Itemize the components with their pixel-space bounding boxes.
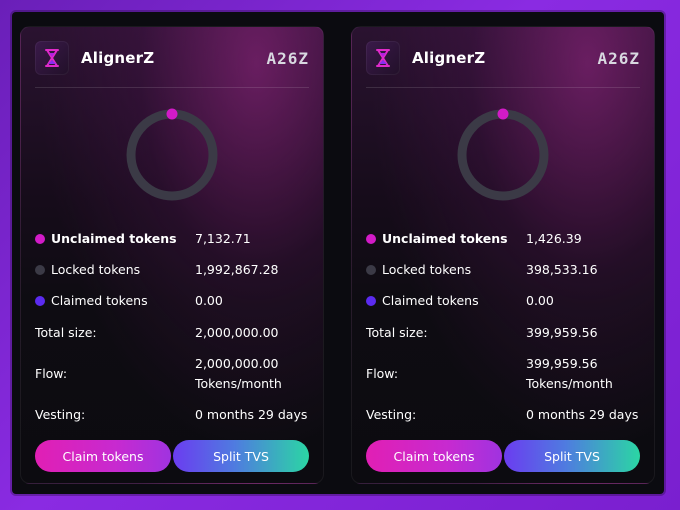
card-actions: Claim tokens Split TVS [35,440,309,472]
unclaimed-value: 7,132.71 [195,231,251,246]
total-size-value: 399,959.56 [526,325,598,340]
flow-value: 399,959.56 [526,356,598,371]
flow-row: Flow: 399,959.56 Tokens/month [366,354,646,394]
card-header: AlignerZ A26Z [35,40,309,76]
total-size-value: 2,000,000.00 [195,325,279,340]
claimed-label: Claimed tokens [51,293,148,308]
locked-dot [366,265,376,275]
flow-unit: Tokens/month [195,376,282,391]
hourglass-icon [366,41,400,75]
vesting-label: Vesting: [366,407,417,422]
vesting-value: 0 months 29 days [195,407,308,422]
flow-label: Flow: [35,366,68,381]
hourglass-icon [35,41,69,75]
locked-value: 1,992,867.28 [195,262,279,277]
brand-name: AlignerZ [412,49,486,67]
claimed-row: Claimed tokens 0.00 [35,291,315,311]
donut-track [126,109,218,201]
unclaimed-label: Unclaimed tokens [51,231,177,246]
token-ticker: A26Z [266,48,309,68]
claimed-value: 0.00 [526,293,554,308]
split-tvs-button[interactable]: Split TVS [504,440,640,472]
unclaimed-label: Unclaimed tokens [382,231,508,246]
locked-row: Locked tokens 398,533.16 [366,260,646,280]
claimed-dot [366,296,376,306]
unclaimed-row: Unclaimed tokens 1,426.39 [366,229,646,249]
flow-label: Flow: [366,366,399,381]
claimed-row: Claimed tokens 0.00 [366,291,646,311]
vesting-value: 0 months 29 days [526,407,639,422]
token-donut-chart [457,108,549,201]
total-size-row: Total size: 2,000,000.00 [35,323,315,343]
total-size-label: Total size: [366,325,428,340]
brand-name: AlignerZ [81,49,155,67]
unclaimed-row: Unclaimed tokens 7,132.71 [35,229,315,249]
donut-unclaimed-marker [166,108,178,120]
claim-tokens-button[interactable]: Claim tokens [35,440,171,472]
claim-tokens-button[interactable]: Claim tokens [366,440,502,472]
claimed-dot [35,296,45,306]
donut-track [457,109,549,201]
token-donut-chart [126,108,218,201]
card-header: AlignerZ A26Z [366,40,640,76]
locked-dot [35,265,45,275]
locked-row: Locked tokens 1,992,867.28 [35,260,315,280]
app-frame: AlignerZ A26Z Unclaimed tokens 7,132.71 … [12,12,664,494]
header-divider [35,87,309,88]
total-size-label: Total size: [35,325,97,340]
unclaimed-value: 1,426.39 [526,231,582,246]
flow-value: 2,000,000.00 [195,356,279,371]
vesting-row: Vesting: 0 months 29 days [35,405,315,425]
vesting-row: Vesting: 0 months 29 days [366,405,646,425]
unclaimed-dot [366,234,376,244]
claimed-label: Claimed tokens [382,293,479,308]
locked-label: Locked tokens [51,262,141,277]
vesting-label: Vesting: [35,407,86,422]
split-tvs-button[interactable]: Split TVS [173,440,309,472]
flow-row: Flow: 2,000,000.00 Tokens/month [35,354,315,394]
header-divider [366,87,640,88]
total-size-row: Total size: 399,959.56 [366,323,646,343]
flow-unit: Tokens/month [526,376,613,391]
donut-unclaimed-marker [497,108,509,120]
vesting-card: AlignerZ A26Z Unclaimed tokens 1,426.39 … [351,26,655,484]
claimed-value: 0.00 [195,293,223,308]
token-ticker: A26Z [597,48,640,68]
card-actions: Claim tokens Split TVS [366,440,640,472]
locked-label: Locked tokens [382,262,472,277]
unclaimed-dot [35,234,45,244]
vesting-card: AlignerZ A26Z Unclaimed tokens 7,132.71 … [20,26,324,484]
locked-value: 398,533.16 [526,262,598,277]
